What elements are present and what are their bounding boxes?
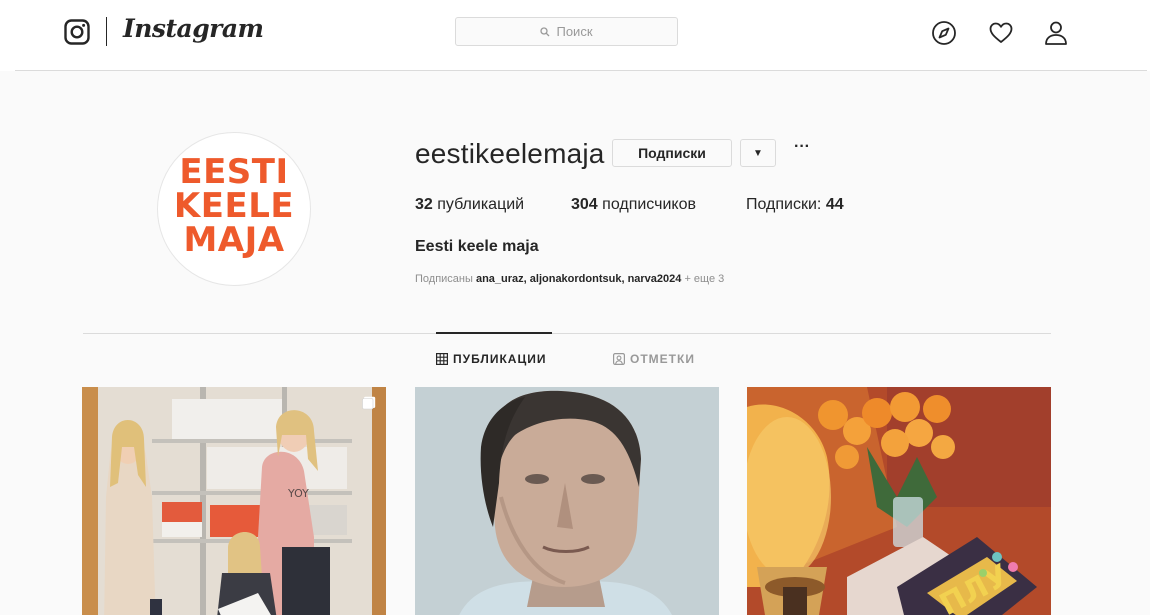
following-stat[interactable]: Подписки: 44 <box>746 196 844 214</box>
search-icon <box>540 26 550 36</box>
compass-icon[interactable] <box>931 20 957 46</box>
followed-by-prefix: Подписаны <box>415 273 473 285</box>
search-placeholder: Поиск <box>556 24 593 39</box>
person-icon[interactable] <box>1043 20 1069 46</box>
heart-icon[interactable] <box>988 20 1014 46</box>
instagram-camera-icon[interactable] <box>64 19 90 45</box>
avatar-line-2: KEELE <box>173 186 295 226</box>
tab-tagged-label: ОТМЕТКИ <box>630 352 695 366</box>
avatar-logo-text: EESTI KEELE MAJA <box>158 155 310 257</box>
ellipsis-icon[interactable]: ··· <box>791 139 813 162</box>
posts-count-stat: 32 публикаций <box>415 196 524 214</box>
followers-label: подписчиков <box>602 196 696 213</box>
followers-count: 304 <box>571 196 598 213</box>
post-photo-1: YOY <box>82 387 386 615</box>
post-thumbnail-1[interactable]: YOY <box>82 387 386 615</box>
active-tab-indicator <box>436 332 552 334</box>
tab-tagged[interactable]: ОТМЕТКИ <box>613 352 695 366</box>
search-input[interactable]: Поиск <box>455 17 678 46</box>
avatar-line-3: MAJA <box>183 220 285 260</box>
followed-by-more: + еще 3 <box>684 273 725 285</box>
avatar-line-1: EESTI <box>179 152 289 192</box>
tab-posts[interactable]: ПУБЛИКАЦИИ <box>436 352 546 366</box>
posts-count: 32 <box>415 196 433 213</box>
multiple-photos-icon <box>362 396 376 410</box>
post-photo-2 <box>415 387 719 615</box>
post-photo-3: ПЛУ <box>747 387 1051 615</box>
logo-separator <box>106 17 107 46</box>
following-count: 44 <box>825 196 844 213</box>
tag-portrait-icon <box>613 353 625 365</box>
following-button[interactable]: Подписки <box>612 139 732 167</box>
profile-avatar[interactable]: EESTI KEELE MAJA <box>157 132 311 286</box>
following-label: Подписки: <box>746 196 822 213</box>
profile-username: eestikeelemaja <box>415 138 605 169</box>
posts-label: публикаций <box>437 196 525 213</box>
caret-down-icon: ▼ <box>753 147 763 159</box>
grid-icon <box>436 353 448 365</box>
post-thumbnail-3[interactable]: ПЛУ <box>747 387 1051 615</box>
suggestions-dropdown-button[interactable]: ▼ <box>740 139 776 167</box>
profile-full-name: Eesti keele maja <box>415 238 539 255</box>
svg-text:YOY: YOY <box>287 487 309 500</box>
followed-by-users: ana_uraz, aljonakordontsuk, narva2024 <box>475 273 682 285</box>
tab-posts-label: ПУБЛИКАЦИИ <box>453 352 547 366</box>
tabs-divider <box>83 333 1051 334</box>
instagram-wordmark[interactable]: Instagram <box>123 14 264 43</box>
followed-by-line[interactable]: Подписаны ana_uraz, aljonakordontsuk, na… <box>415 273 724 285</box>
followers-stat[interactable]: 304 подписчиков <box>571 196 696 214</box>
post-thumbnail-2[interactable] <box>415 387 719 615</box>
header-divider <box>15 70 1147 71</box>
